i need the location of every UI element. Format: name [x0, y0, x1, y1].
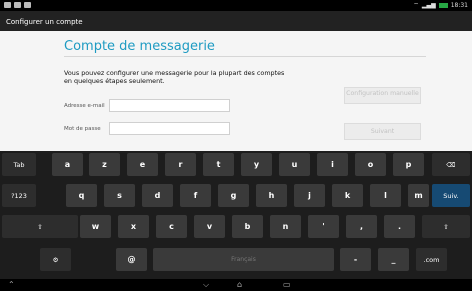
key-o[interactable]: o: [355, 153, 386, 176]
key-shift-left[interactable]: ⇧: [2, 215, 78, 238]
page-title: Compte de messagerie: [64, 39, 215, 54]
key-underscore[interactable]: _: [378, 248, 409, 271]
key-m[interactable]: m: [408, 184, 429, 207]
status-bar: ⌔ ▂▄▆ 18:31: [0, 0, 472, 11]
key-w[interactable]: w: [80, 215, 111, 238]
key-r[interactable]: r: [165, 153, 196, 176]
key-k[interactable]: k: [332, 184, 363, 207]
key-l[interactable]: l: [370, 184, 401, 207]
action-bar-title: Configurer un compte: [6, 18, 83, 26]
recents-icon[interactable]: ▭: [283, 281, 291, 289]
key-tab[interactable]: Tab: [2, 153, 36, 176]
email-label: Adresse e-mail: [64, 103, 105, 109]
key-comma[interactable]: ,: [346, 215, 377, 238]
notification-icons: [4, 2, 31, 8]
key-a[interactable]: a: [52, 153, 83, 176]
key-b[interactable]: b: [232, 215, 263, 238]
battery-icon: [438, 2, 448, 8]
key-e[interactable]: e: [127, 153, 158, 176]
key-h[interactable]: h: [256, 184, 287, 207]
key-backspace[interactable]: ⌫: [432, 153, 470, 176]
key-next[interactable]: Suiv.: [432, 184, 470, 207]
account-setup-form: Compte de messagerie Vous pouvez configu…: [0, 31, 472, 151]
key-i[interactable]: i: [317, 153, 348, 176]
key-space[interactable]: Français: [153, 248, 334, 271]
title-divider: [64, 56, 426, 57]
key-n[interactable]: n: [270, 215, 301, 238]
key-settings[interactable]: ⚙: [40, 248, 71, 271]
on-screen-keyboard: Tab a z e r t y u i o p ⌫ ?123 q s d f g…: [0, 151, 472, 279]
next-button[interactable]: Suivant: [344, 123, 421, 140]
signal-icon: ▂▄▆: [421, 1, 436, 9]
key-t[interactable]: t: [203, 153, 234, 176]
key-j[interactable]: j: [294, 184, 325, 207]
key-z[interactable]: z: [89, 153, 120, 176]
gallery-notification-icon: [24, 2, 31, 8]
key-period[interactable]: .: [384, 215, 415, 238]
key-symbols[interactable]: ?123: [2, 184, 36, 207]
navigation-bar: ⌃ ⌵ ⌂ ▭: [0, 279, 472, 291]
key-s[interactable]: s: [104, 184, 135, 207]
key-c[interactable]: c: [156, 215, 187, 238]
key-y[interactable]: y: [241, 153, 272, 176]
key-p[interactable]: p: [393, 153, 424, 176]
key-hyphen[interactable]: -: [340, 248, 371, 271]
key-dotcom[interactable]: .com: [416, 248, 447, 271]
key-apostrophe[interactable]: ': [308, 215, 339, 238]
key-v[interactable]: v: [194, 215, 225, 238]
key-u[interactable]: u: [279, 153, 310, 176]
key-q[interactable]: q: [66, 184, 97, 207]
system-status: ⌔ ▂▄▆ 18:31: [413, 1, 468, 10]
email-field[interactable]: [109, 99, 230, 112]
mail-notification-icon: [4, 2, 11, 8]
manual-setup-label: Configuration manuelle: [346, 90, 419, 97]
key-at[interactable]: @: [116, 248, 147, 271]
home-icon[interactable]: ⌂: [237, 281, 242, 289]
key-f[interactable]: f: [180, 184, 211, 207]
menu-icon[interactable]: ⌃: [8, 281, 15, 289]
password-field[interactable]: [109, 122, 230, 135]
next-button-label: Suivant: [370, 128, 395, 135]
intro-text: Vous pouvez configurer une messagerie po…: [64, 69, 285, 85]
back-icon[interactable]: ⌵: [203, 281, 209, 289]
key-shift-right[interactable]: ⇧: [422, 215, 470, 238]
status-time: 18:31: [450, 1, 468, 9]
manual-setup-button[interactable]: Configuration manuelle: [344, 87, 421, 104]
action-bar: Configurer un compte: [0, 11, 472, 31]
wifi-icon: ⌔: [413, 2, 419, 9]
key-x[interactable]: x: [118, 215, 149, 238]
key-g[interactable]: g: [218, 184, 249, 207]
image-notification-icon: [14, 2, 21, 8]
password-label: Mot de passe: [64, 126, 101, 132]
key-d[interactable]: d: [142, 184, 173, 207]
